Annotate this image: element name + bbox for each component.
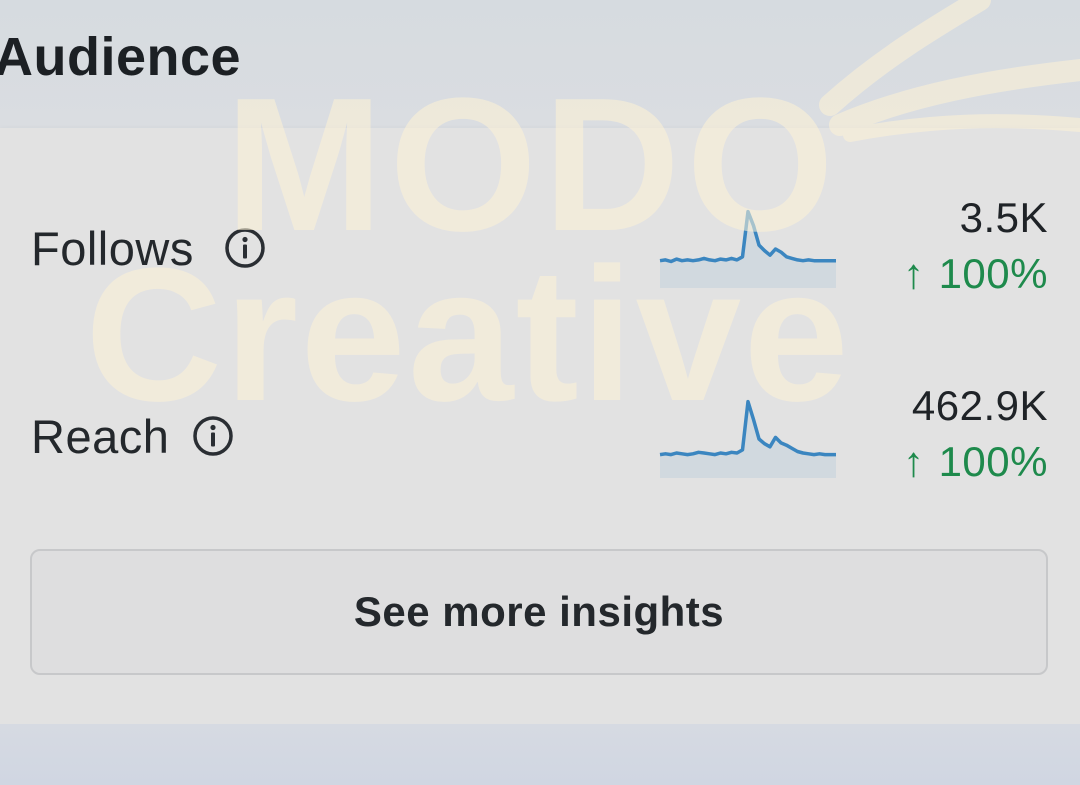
metric-change-value: 100% (938, 250, 1048, 297)
sparkline-chart (659, 399, 836, 478)
info-icon[interactable] (223, 226, 267, 270)
metric-change: ↑ 100% (903, 250, 1048, 298)
section-title: Audience (0, 27, 242, 87)
info-icon[interactable] (191, 414, 235, 458)
metric-label: Follows (31, 222, 194, 275)
up-arrow-icon: ↑ (903, 250, 925, 297)
section-header: Audience (0, 0, 1080, 128)
up-arrow-icon: ↑ (903, 438, 925, 485)
metric-value: 3.5K (959, 194, 1048, 241)
metric-label: Reach (31, 410, 170, 463)
metric-row-reach[interactable]: Reach 462.9K ↑ 100% (0, 382, 1080, 498)
metric-row-follows[interactable]: Follows 3.5K ↑ 100% (0, 194, 1080, 310)
metric-value: 462.9K (911, 382, 1048, 429)
sparkline-chart (659, 209, 836, 288)
see-more-insights-button[interactable]: See more insights (30, 549, 1048, 675)
page-background (0, 724, 1080, 785)
metric-change-value: 100% (938, 438, 1048, 485)
metric-change: ↑ 100% (903, 438, 1048, 486)
